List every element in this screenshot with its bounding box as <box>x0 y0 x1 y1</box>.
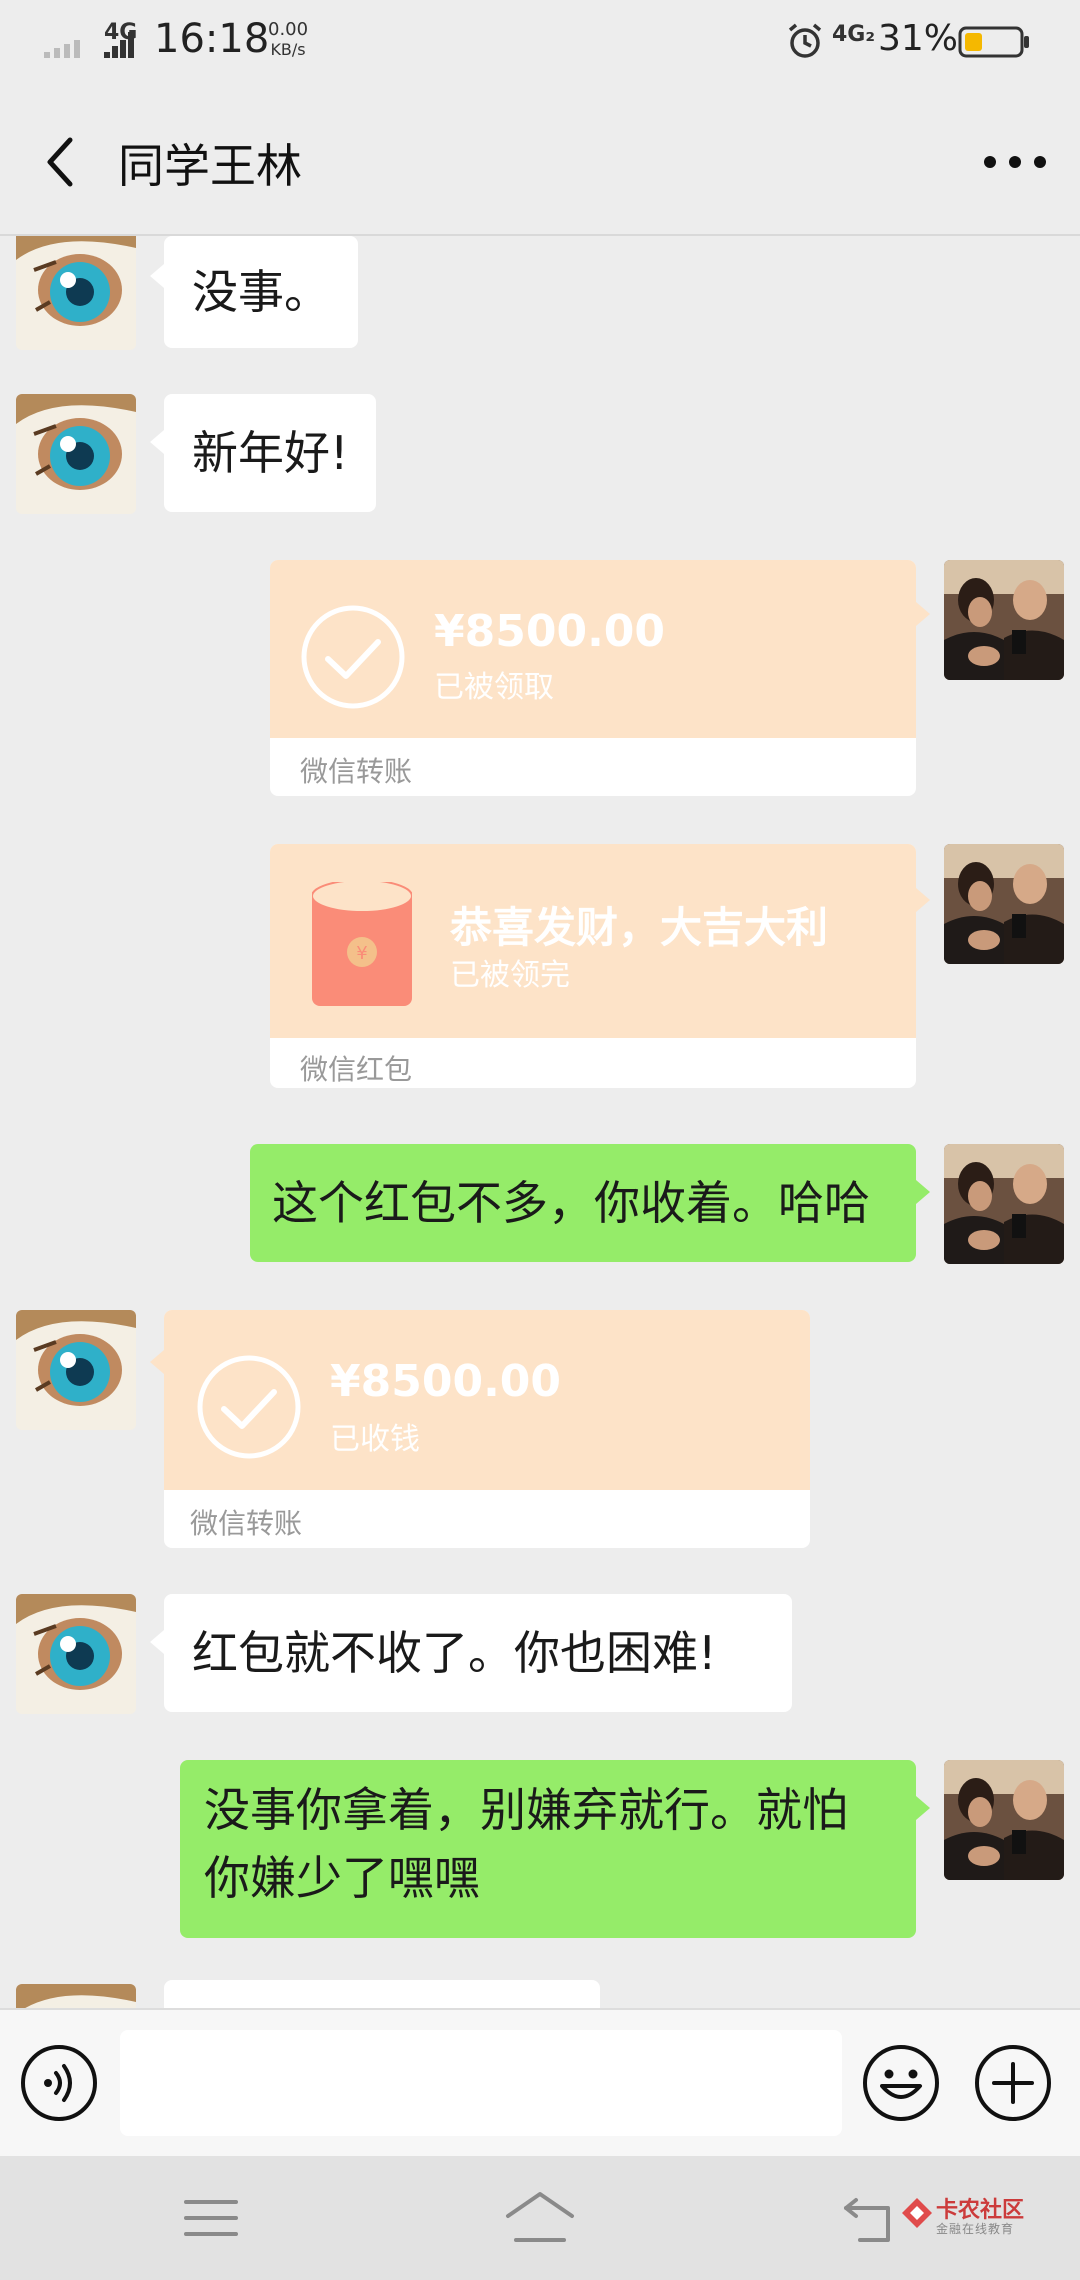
card-footer: 微信转账 <box>300 755 413 788</box>
friend-avatar-image <box>16 394 136 514</box>
card-footer: 微信转账 <box>190 1507 303 1540</box>
friend-avatar[interactable] <box>16 236 136 350</box>
friend-avatar-image <box>16 1310 136 1430</box>
bubble-tail <box>916 1796 930 1820</box>
transfer-amount: ¥8500.00 <box>434 606 666 657</box>
more-icon[interactable] <box>978 138 1052 186</box>
watermark-icon <box>902 2198 932 2228</box>
friend-avatar[interactable] <box>16 1310 136 1430</box>
friend-avatar-image <box>16 236 136 350</box>
menu-icon[interactable] <box>184 2196 238 2240</box>
check-circle-icon <box>197 1355 301 1459</box>
message-list[interactable]: 没事。 新年好! ¥8500.00 已被领取 微信转账 ¥ 恭喜发财，大吉大利 … <box>0 236 1080 2008</box>
emoji-icon[interactable] <box>862 2044 940 2122</box>
my-avatar-image <box>944 560 1064 680</box>
transfer-card-body: ¥8500.00 已被领取 <box>270 560 916 738</box>
bubble-tail <box>150 264 164 288</box>
bubble-tail <box>150 1350 164 1374</box>
message-text-line: 你嫌少了嘿嘿 <box>204 1851 480 1905</box>
friend-avatar[interactable] <box>16 1984 136 2008</box>
message-bubble[interactable]: 没事。 <box>164 236 358 348</box>
my-avatar-image <box>944 1144 1064 1264</box>
network-type-2: 4G₂ <box>832 22 876 47</box>
battery-icon <box>958 26 1029 58</box>
alarm-icon <box>788 23 822 58</box>
red-packet-body: ¥ 恭喜发财，大吉大利 已被领完 <box>270 844 916 1038</box>
bubble-tail <box>150 430 164 454</box>
my-avatar[interactable] <box>944 1760 1064 1880</box>
battery-percent: 31% <box>878 18 959 59</box>
transfer-amount: ¥8500.00 <box>330 1356 562 1407</box>
network-type: 4G <box>104 20 138 45</box>
transfer-card[interactable]: ¥8500.00 已被领取 微信转账 <box>270 560 916 796</box>
message-bubble[interactable]: 没事你拿着，别嫌弃就行。就怕 你嫌少了嘿嘿 <box>180 1760 916 1938</box>
transfer-card-body: ¥8500.00 已收钱 <box>164 1310 810 1490</box>
transfer-status: 已被领取 <box>434 670 554 705</box>
card-footer: 微信红包 <box>300 1053 413 1086</box>
input-bar <box>0 2008 1080 2158</box>
red-packet-icon: ¥ <box>312 882 412 1006</box>
my-avatar[interactable] <box>944 1144 1064 1264</box>
red-packet-card[interactable]: ¥ 恭喜发财，大吉大利 已被领完 微信红包 <box>270 844 916 1088</box>
check-circle-icon <box>301 605 405 709</box>
back-icon[interactable] <box>842 2194 894 2244</box>
red-packet-status: 已被领完 <box>450 958 570 993</box>
my-avatar-image <box>944 1760 1064 1880</box>
message-bubble[interactable]: 这个红包不多，你收着。哈哈 <box>250 1144 916 1262</box>
friend-avatar[interactable] <box>16 394 136 514</box>
speed-value: 0.00 <box>268 19 309 40</box>
bubble-tail <box>150 1630 164 1654</box>
message-text: 新年好! <box>192 426 349 480</box>
message-bubble[interactable]: 新年好! <box>164 394 377 512</box>
red-packet-title: 恭喜发财，大吉大利 <box>450 903 829 952</box>
message-text: 这个红包不多，你收着。哈哈 <box>272 1176 870 1230</box>
transfer-card[interactable]: ¥8500.00 已收钱 微信转账 <box>164 1310 810 1548</box>
watermark-logo: 卡农社区 金融在线教育 <box>900 2190 1060 2250</box>
message-text-line: 没事你拿着，别嫌弃就行。就怕 <box>204 1783 848 1837</box>
svg-text:¥: ¥ <box>356 943 367 964</box>
plus-icon[interactable] <box>974 2044 1052 2122</box>
chat-header: 同学王林 <box>0 90 1080 236</box>
message-text: 没事。 <box>192 265 330 319</box>
voice-icon[interactable] <box>20 2044 98 2122</box>
my-avatar[interactable] <box>944 844 1064 964</box>
my-avatar-image <box>944 844 1064 964</box>
clock: 16:18 <box>154 16 270 62</box>
friend-avatar-image <box>16 1984 136 2008</box>
network-speed: 0.00 KB/s <box>268 20 308 60</box>
message-bubble[interactable] <box>164 1980 600 2008</box>
status-bar: 4G 16:18 0.00 KB/s 4G₂ 31% <box>0 0 1080 90</box>
friend-avatar-image <box>16 1594 136 1714</box>
bubble-tail <box>916 602 930 626</box>
bubble-tail <box>916 1180 930 1204</box>
watermark-subtitle: 金融在线教育 <box>936 2222 1015 2236</box>
message-input[interactable] <box>120 2030 842 2136</box>
bubble-tail <box>916 888 930 912</box>
page-title: 同学王林 <box>118 139 302 193</box>
home-icon[interactable] <box>504 2190 576 2244</box>
friend-avatar[interactable] <box>16 1594 136 1714</box>
message-bubble[interactable]: 红包就不收了。你也困难! <box>164 1594 792 1712</box>
back-arrow-icon[interactable] <box>36 130 86 194</box>
system-nav-bar: 卡农社区 金融在线教育 <box>0 2156 1080 2280</box>
transfer-status: 已收钱 <box>330 1422 420 1457</box>
message-text: 红包就不收了。你也困难! <box>192 1626 717 1680</box>
my-avatar[interactable] <box>944 560 1064 680</box>
speed-unit: KB/s <box>270 40 306 59</box>
